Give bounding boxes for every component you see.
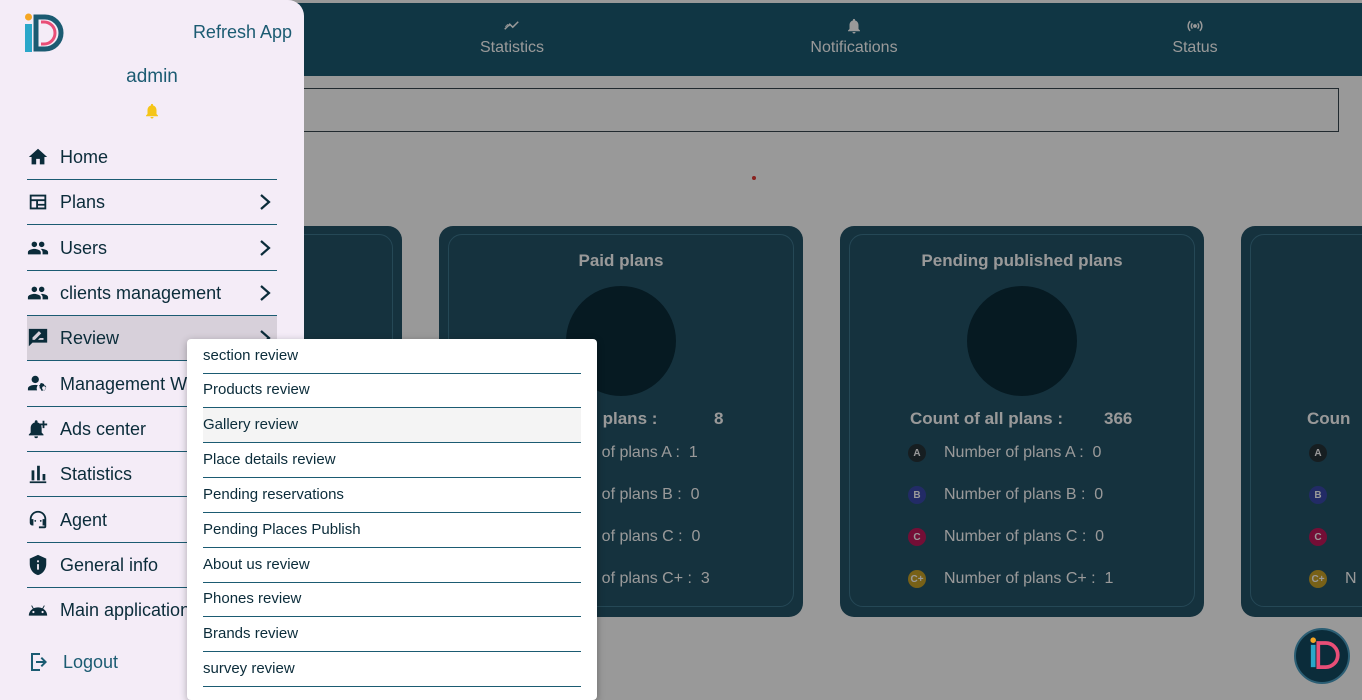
menu-item-section-review[interactable]: section review [203, 339, 581, 374]
users-icon [27, 237, 49, 259]
calendar-icon [27, 191, 49, 213]
app-logo-fab[interactable] [1294, 628, 1350, 684]
rate-review-icon [27, 327, 49, 349]
menu-item-phones-review[interactable]: Phones review [203, 582, 581, 617]
nav-item-home[interactable]: Home [27, 135, 277, 180]
manage-accounts-icon [27, 373, 49, 395]
chevron-right-icon [260, 194, 271, 210]
app-root: Statistics Notifications Status Paid pla… [0, 0, 1362, 700]
menu-item-gallery-review[interactable]: Gallery review [203, 408, 581, 443]
menu-item-products-review[interactable]: Products review [203, 373, 581, 408]
logout-icon [31, 653, 47, 671]
support-agent-icon [27, 509, 49, 531]
username: admin [126, 66, 178, 87]
chevron-right-icon [260, 240, 271, 256]
logo-icon [1310, 637, 1340, 669]
menu-item-pending-places-publish[interactable]: Pending Places Publish [203, 513, 581, 548]
menu-item-pending-reservations[interactable]: Pending reservations [203, 478, 581, 513]
menu-item-about-us-review[interactable]: About us review [203, 548, 581, 583]
menu-item-brands-review[interactable]: Brands review [203, 617, 581, 652]
nav-item-users[interactable]: Users [27, 226, 277, 271]
chevron-right-icon [260, 285, 271, 301]
logout-button[interactable]: Logout [27, 650, 118, 674]
bell-icon[interactable] [143, 100, 161, 122]
nav-item-plans[interactable]: Plans [27, 180, 277, 225]
bar-chart-icon [27, 463, 49, 485]
android-icon [27, 600, 49, 622]
nav-item-clients-management[interactable]: clients management [27, 271, 277, 316]
shield-icon [27, 554, 49, 576]
users-icon [27, 282, 49, 304]
add-alert-icon [27, 418, 49, 440]
menu-item-place-details-review[interactable]: Place details review [203, 443, 581, 478]
menu-item-survey-review[interactable]: survey review [203, 652, 581, 687]
review-submenu: section review Products review Gallery r… [187, 339, 597, 700]
home-icon [27, 146, 49, 168]
app-logo [25, 13, 64, 52]
refresh-app-button[interactable]: Refresh App [193, 22, 292, 43]
